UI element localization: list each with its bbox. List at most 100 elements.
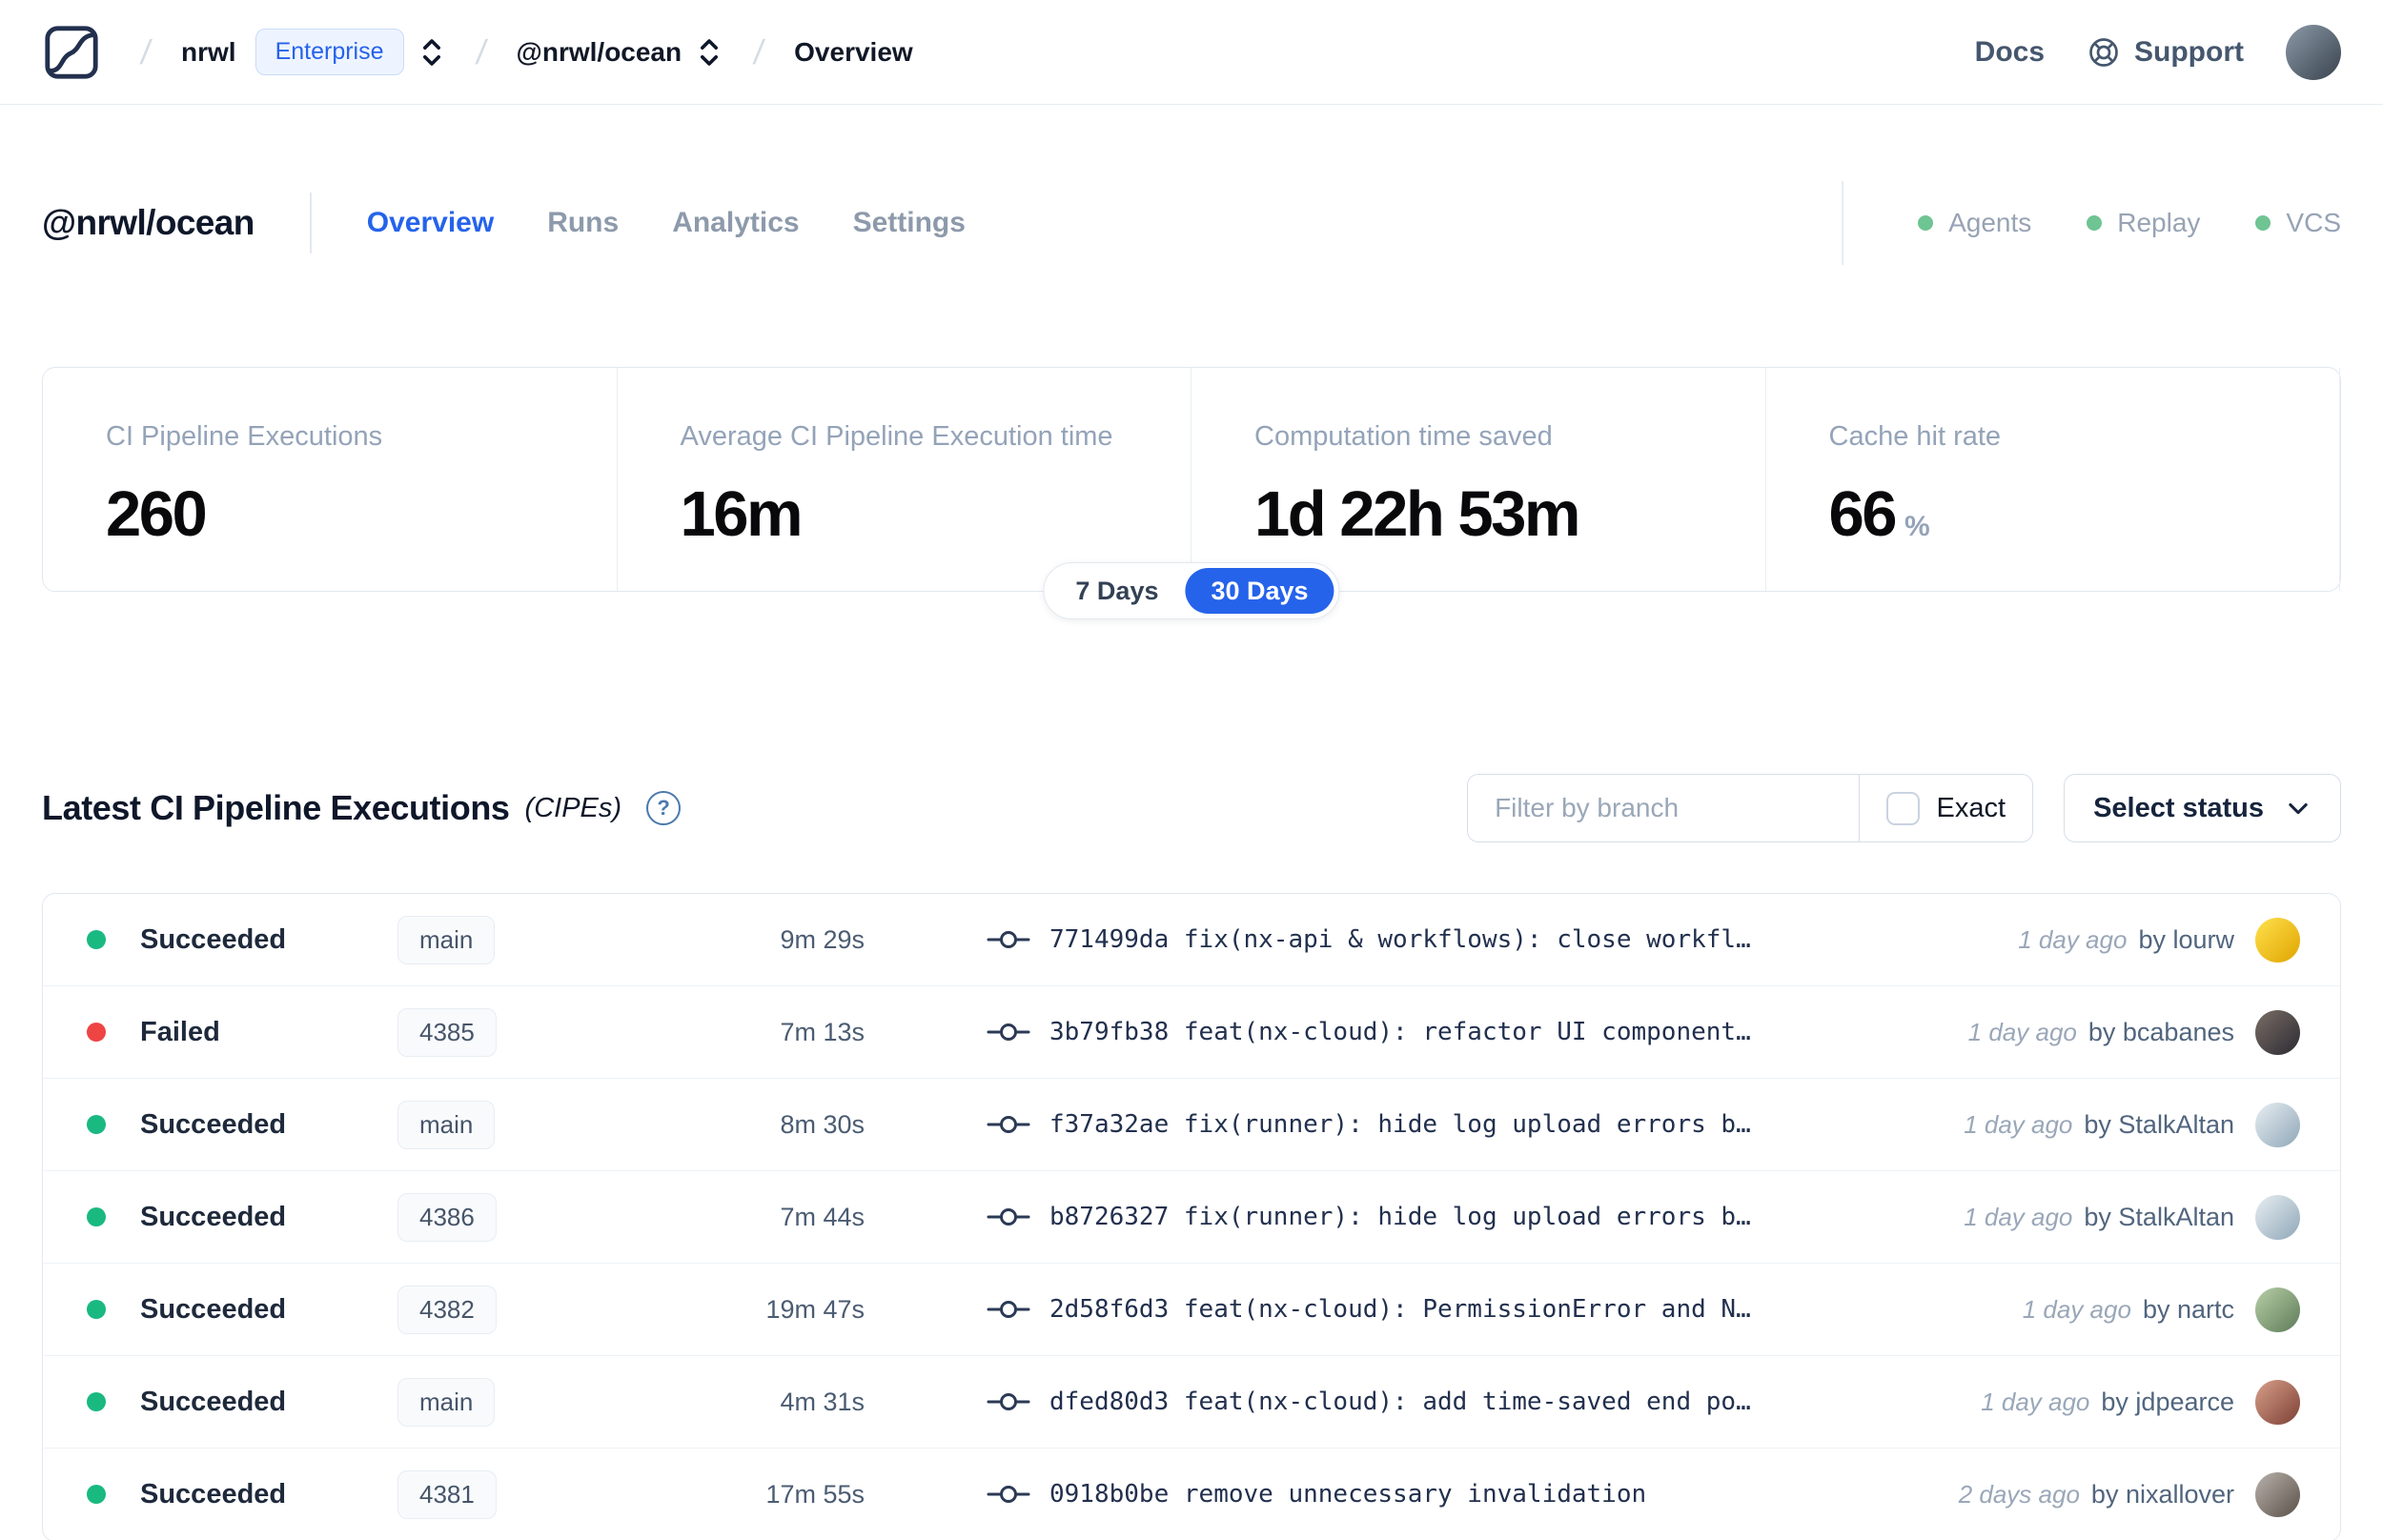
author-avatar [2255, 917, 2300, 962]
breadcrumb-org[interactable]: nrwl [181, 37, 236, 68]
cipe-row[interactable]: Succeeded 4382 19m 47s 2d58f6d3 feat(nx-… [43, 1264, 2340, 1356]
workspace-tabs: Overview Runs Analytics Settings [367, 207, 966, 239]
status-label: Succeeded [140, 1108, 287, 1140]
cipe-row[interactable]: Succeeded 4386 7m 44s b8726327 fix(runne… [43, 1171, 2340, 1264]
commit-cell[interactable]: b8726327 fix(runner): hide log upload er… [987, 1203, 1964, 1231]
status-select-button[interactable]: Select status [2064, 774, 2341, 842]
divider [309, 192, 312, 253]
branch-column: main [397, 1100, 617, 1149]
stat-label: Computation time saved [1254, 421, 1553, 452]
breadcrumb-separator: / [473, 31, 489, 71]
cipe-row[interactable]: Failed 4385 7m 13s 3b79fb38 feat(nx-clou… [43, 986, 2340, 1079]
branch-filter-input[interactable] [1468, 775, 1859, 841]
duration-label: 19m 47s [765, 1294, 865, 1324]
commit-meta: 1 day ago by StalkAltan [1964, 1203, 2234, 1232]
stat-card-average-execution-time: Average CI Pipeline Execution time 16m [618, 368, 1192, 591]
tab-overview[interactable]: Overview [367, 207, 494, 239]
branch-column: 4386 [397, 1192, 617, 1242]
period-toggle: 7 Days 30 Days [1043, 562, 1340, 619]
commit-meta: 1 day ago by lourw [2018, 925, 2234, 955]
branch-badge[interactable]: 4381 [397, 1469, 497, 1519]
time-ago: 1 day ago [2022, 1294, 2131, 1324]
exact-checkbox[interactable] [1885, 791, 1920, 825]
git-commit-icon [987, 1208, 1030, 1226]
commit-cell[interactable]: 3b79fb38 feat(nx-cloud): refactor UI com… [987, 1018, 1968, 1046]
period-option-7-days[interactable]: 7 Days [1049, 568, 1185, 614]
commit-text: 3b79fb38 feat(nx-cloud): refactor UI com… [1049, 1018, 1751, 1046]
commit-meta: 1 day ago by StalkAltan [1964, 1110, 2234, 1140]
cipe-section-header: Latest CI Pipeline Executions (CIPEs) ? … [42, 773, 2341, 843]
tab-runs[interactable]: Runs [547, 207, 619, 239]
git-commit-icon [987, 1486, 1030, 1503]
stat-card-cache-hit-rate: Cache hit rate 66% [1766, 368, 2340, 591]
status-dot-icon [87, 930, 106, 949]
help-icon[interactable]: ? [646, 791, 682, 825]
support-link[interactable]: Support [2087, 35, 2244, 70]
status-indicators: Agents Replay VCS [1842, 181, 2341, 265]
green-dot-icon [1918, 215, 1934, 231]
time-ago: 1 day ago [2018, 924, 2128, 954]
status-label: Failed [140, 1016, 220, 1047]
git-commit-icon [987, 1301, 1030, 1318]
author-avatar [2255, 1102, 2300, 1147]
duration-label: 9m 29s [780, 924, 865, 954]
workspace-switcher-chevrons-icon[interactable] [695, 35, 723, 70]
duration-label: 4m 31s [780, 1387, 865, 1416]
branch-badge[interactable]: 4386 [397, 1192, 497, 1242]
commit-text: 2d58f6d3 feat(nx-cloud): PermissionError… [1049, 1295, 1751, 1324]
stat-label: Average CI Pipeline Execution time [680, 421, 1113, 452]
tab-settings[interactable]: Settings [853, 207, 966, 239]
author-avatar [2255, 1009, 2300, 1055]
cipe-controls: Exact Select status [1467, 774, 2341, 842]
indicator-vcs[interactable]: VCS [2255, 208, 2341, 238]
commit-meta: 1 day ago by jdpearce [1981, 1388, 2234, 1417]
nx-cloud-logo-icon[interactable] [42, 23, 101, 82]
cipe-row[interactable]: Succeeded 4381 17m 55s 0918b0be remove u… [43, 1449, 2340, 1540]
author-label: by nartc [2142, 1294, 2234, 1324]
status-select-label: Select status [2093, 792, 2264, 823]
commit-cell[interactable]: 0918b0be remove unnecessary invalidation [987, 1480, 1959, 1509]
commit-cell[interactable]: f37a32ae fix(runner): hide log upload er… [987, 1110, 1964, 1139]
commit-cell[interactable]: 2d58f6d3 feat(nx-cloud): PermissionError… [987, 1295, 2023, 1324]
commit-cell[interactable]: 771499da fix(nx-api & workflows): close … [987, 925, 2018, 954]
indicator-replay[interactable]: Replay [2087, 208, 2200, 238]
indicator-agents[interactable]: Agents [1918, 208, 2031, 238]
cipe-row[interactable]: Succeeded main 9m 29s 771499da fix(nx-ap… [43, 894, 2340, 986]
breadcrumb-page: Overview [794, 36, 913, 67]
cipe-row[interactable]: Succeeded main 8m 30s f37a32ae fix(runne… [43, 1079, 2340, 1171]
indicator-label: Replay [2117, 208, 2201, 237]
lifebuoy-icon [2089, 37, 2118, 67]
top-navbar: / nrwl Enterprise / @nrwl/ocean / Overvi… [0, 0, 2383, 105]
tab-analytics[interactable]: Analytics [672, 207, 799, 239]
divider [1842, 181, 1844, 265]
branch-filter-group: Exact [1467, 774, 2034, 842]
stat-value: 66% [1828, 478, 1930, 550]
commit-text: 0918b0be remove unnecessary invalidation [1049, 1480, 1647, 1509]
duration-label: 7m 13s [780, 1017, 865, 1046]
branch-badge[interactable]: 4382 [397, 1285, 497, 1334]
branch-badge[interactable]: 4385 [397, 1007, 497, 1057]
status-dot-icon [87, 1207, 106, 1226]
duration-label: 7m 44s [780, 1202, 865, 1231]
user-avatar[interactable] [2286, 24, 2341, 80]
commit-cell[interactable]: dfed80d3 feat(nx-cloud): add time-saved … [987, 1388, 1981, 1416]
stat-card-ci-pipeline-executions: CI Pipeline Executions 260 [43, 368, 618, 591]
time-ago: 1 day ago [1981, 1387, 2090, 1416]
branch-badge[interactable]: main [397, 1100, 496, 1149]
breadcrumb-workspace[interactable]: @nrwl/ocean [517, 37, 682, 68]
branch-badge[interactable]: main [397, 1377, 496, 1427]
status-label: Succeeded [140, 923, 287, 955]
cipe-title: Latest CI Pipeline Executions [42, 788, 510, 827]
commit-text: 771499da fix(nx-api & workflows): close … [1049, 925, 1751, 954]
time-ago: 1 day ago [1964, 1109, 2073, 1139]
period-option-30-days[interactable]: 30 Days [1185, 568, 1334, 614]
enterprise-badge[interactable]: Enterprise [255, 29, 404, 75]
cipe-title-suffix: (CIPEs) [524, 792, 622, 823]
workspace-header: @nrwl/ocean Overview Runs Analytics Sett… [0, 181, 2383, 265]
support-label: Support [2134, 35, 2244, 68]
org-switcher-chevrons-icon[interactable] [418, 35, 446, 70]
docs-link[interactable]: Docs [1975, 36, 2045, 69]
branch-badge[interactable]: main [397, 915, 496, 964]
branch-column: 4385 [397, 1007, 617, 1057]
cipe-row[interactable]: Succeeded main 4m 31s dfed80d3 feat(nx-c… [43, 1356, 2340, 1449]
